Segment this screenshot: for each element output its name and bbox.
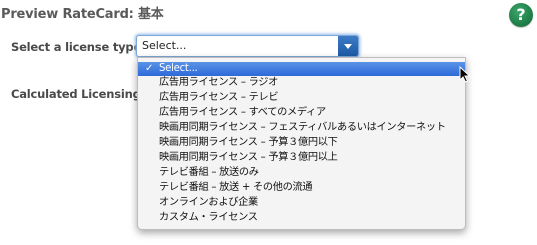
dropdown-item-ad-all-media[interactable]: 広告用ライセンス – すべてのメディア [138, 106, 465, 120]
dropdown-item-ad-tv[interactable]: 広告用ライセンス – テレビ [138, 91, 465, 105]
dropdown-item-custom[interactable]: カスタム・ライセンス [138, 211, 465, 225]
calculated-licensing-label: Calculated Licensing [11, 87, 141, 101]
help-icon[interactable]: ? [509, 3, 533, 27]
dropdown-item-film-festival[interactable]: 映画用同期ライセンス – フェスティバルあるいはインターネット [138, 121, 465, 135]
dropdown-item-label: Select... [159, 63, 198, 74]
dropdown-item-label: カスタム・ライセンス [159, 212, 258, 223]
dropdown-item-label: 広告用ライセンス – すべてのメディア [159, 107, 326, 118]
dropdown-item-label: テレビ番組 – 放送のみ [159, 167, 259, 178]
dropdown-item-label: オンラインおよび企業 [159, 197, 258, 208]
checkmark-icon: ✓ [145, 63, 154, 74]
dropdown-item-tv-broadcast-plus[interactable]: テレビ番組 – 放送 + その他の流通 [138, 181, 465, 195]
dropdown-item-film-over-budget[interactable]: 映画用同期ライセンス – 予算３億円以上 [138, 151, 465, 165]
dropdown-item-label: 広告用ライセンス – ラジオ [159, 77, 279, 88]
dropdown-item-select[interactable]: ✓ Select... [138, 62, 465, 76]
dropdown-item-label: テレビ番組 – 放送 + その他の流通 [159, 182, 313, 193]
dropdown-item-label: 広告用ライセンス – テレビ [159, 92, 279, 103]
dropdown-item-film-under-budget[interactable]: 映画用同期ライセンス – 予算３億円以下 [138, 136, 465, 150]
select-value: Select... [142, 39, 187, 52]
dropdown-item-tv-broadcast[interactable]: テレビ番組 – 放送のみ [138, 166, 465, 180]
page-title: Preview RateCard: 基本 [1, 7, 164, 22]
license-type-label: Select a license type: [11, 40, 146, 54]
license-type-dropdown: ✓ Select... 広告用ライセンス – ラジオ 広告用ライセンス – テレ… [137, 57, 466, 230]
chevron-down-icon[interactable] [338, 36, 358, 56]
dropdown-item-ad-radio[interactable]: 広告用ライセンス – ラジオ [138, 76, 465, 90]
dropdown-item-online-corporate[interactable]: オンラインおよび企業 [138, 196, 465, 210]
dropdown-item-label: 映画用同期ライセンス – フェスティバルあるいはインターネット [159, 122, 446, 133]
dropdown-item-label: 映画用同期ライセンス – 予算３億円以下 [159, 137, 338, 148]
mouse-cursor-icon [459, 66, 471, 83]
dropdown-item-label: 映画用同期ライセンス – 予算３億円以上 [159, 152, 338, 163]
license-type-select[interactable]: Select... [136, 35, 359, 57]
